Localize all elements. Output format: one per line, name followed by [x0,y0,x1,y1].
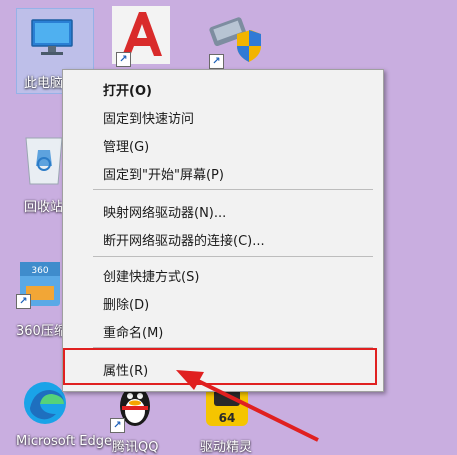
shortcut-arrow-icon: ↗ [116,52,131,67]
desktop-icon-label: 此电脑 [24,76,64,91]
menu-item-open[interactable]: 打开(O) [103,80,152,99]
edge-icon [20,378,68,426]
desktop-icon-label: 腾讯QQ [112,440,159,455]
desktop-icon-autocad[interactable]: ↗ [112,6,184,67]
menu-item-pin-start[interactable]: 固定到"开始"屏幕(P) [103,164,224,183]
shortcut-arrow-icon: ↗ [209,54,224,69]
menu-item-create-shortcut[interactable]: 创建快捷方式(S) [103,266,199,285]
desktop-icon-control-panel[interactable]: ↗ [205,8,277,69]
annotation-highlight-box [63,348,377,385]
menu-separator [93,256,373,257]
menu-item-rename[interactable]: 重命名(M) [103,322,163,341]
desktop-icon-label: 360压缩 [16,324,67,339]
menu-item-pin-quick-access[interactable]: 固定到快速访问 [103,108,194,127]
desktop-icon-label: 回收站 [24,200,64,215]
menu-item-disconnect-network-drive[interactable]: 断开网络驱动器的连接(C)... [103,230,265,249]
menu-separator [93,189,373,190]
context-menu: 打开(O) 固定到快速访问 管理(G) 固定到"开始"屏幕(P) 映射网络驱动器… [62,69,384,392]
desktop-icon-label: 驱动精灵 [200,440,253,455]
menu-item-manage[interactable]: 管理(G) [103,136,149,155]
menu-item-map-network-drive[interactable]: 映射网络驱动器(N)... [103,202,226,221]
svg-text:64: 64 [219,411,236,425]
shortcut-arrow-icon: ↗ [16,294,31,309]
computer-icon [28,14,76,62]
shortcut-arrow-icon: ↗ [110,418,125,433]
menu-item-delete[interactable]: 删除(D) [103,294,149,313]
svg-text:360: 360 [31,266,48,276]
recycle-bin-icon [20,130,68,185]
